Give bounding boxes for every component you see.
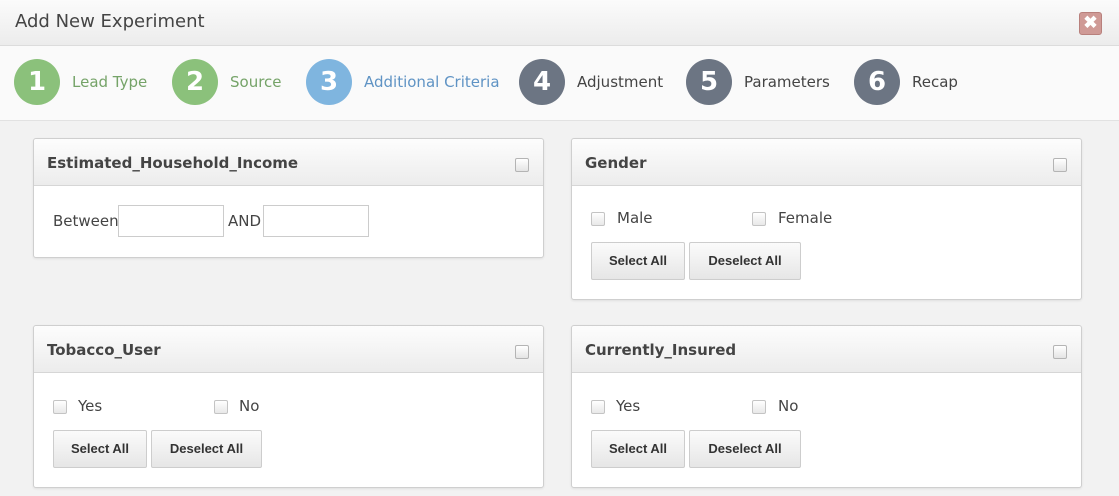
insured-deselect-all-button[interactable]: Deselect All bbox=[689, 430, 801, 468]
step-label: Parameters bbox=[744, 73, 830, 91]
panel-title: Currently_Insured bbox=[585, 341, 737, 359]
panel-tobacco-user: Tobacco_User Yes No Select All Deselect … bbox=[33, 325, 544, 488]
panel-header: Gender bbox=[572, 139, 1081, 186]
step-number-badge: 6 bbox=[854, 59, 900, 105]
panel-title: Gender bbox=[585, 154, 647, 172]
step-label: Recap bbox=[912, 73, 958, 91]
gender-female-checkbox[interactable] bbox=[752, 212, 766, 226]
panel-enable-checkbox[interactable] bbox=[1053, 345, 1067, 359]
panel-header: Currently_Insured bbox=[572, 326, 1081, 373]
income-min-input[interactable] bbox=[118, 205, 224, 237]
step-number-badge: 5 bbox=[686, 59, 732, 105]
panel-header: Estimated_Household_Income bbox=[34, 139, 543, 186]
tobacco-deselect-all-button[interactable]: Deselect All bbox=[151, 430, 262, 468]
insured-yes-checkbox[interactable] bbox=[591, 400, 605, 414]
tobacco-select-all-button[interactable]: Select All bbox=[53, 430, 147, 468]
insured-select-all-button[interactable]: Select All bbox=[591, 430, 685, 468]
panel-enable-checkbox[interactable] bbox=[1053, 158, 1067, 172]
step-label: Adjustment bbox=[577, 73, 664, 91]
modal-header: Add New Experiment ✖ bbox=[0, 0, 1119, 46]
gender-male-label: Male bbox=[617, 209, 653, 227]
tobacco-yes-label: Yes bbox=[78, 397, 103, 415]
wizard-steps: 1 Lead Type 2 Source 3 Additional Criter… bbox=[0, 46, 1119, 121]
step-label: Lead Type bbox=[72, 73, 148, 91]
step-number-badge: 3 bbox=[306, 59, 352, 105]
panel-title: Estimated_Household_Income bbox=[47, 154, 299, 172]
income-max-input[interactable] bbox=[263, 205, 369, 237]
gender-select-all-button[interactable]: Select All bbox=[591, 242, 685, 280]
panel-currently-insured: Currently_Insured Yes No Select All Dese… bbox=[571, 325, 1082, 488]
panel-header: Tobacco_User bbox=[34, 326, 543, 373]
panel-enable-checkbox[interactable] bbox=[515, 345, 529, 359]
panel-estimated-household-income: Estimated_Household_Income Between AND bbox=[33, 138, 544, 258]
step-number-badge: 1 bbox=[14, 59, 60, 105]
close-button[interactable]: ✖ bbox=[1079, 12, 1102, 35]
insured-no-checkbox[interactable] bbox=[752, 400, 766, 414]
tobacco-yes-checkbox[interactable] bbox=[53, 400, 67, 414]
close-icon: ✖ bbox=[1083, 13, 1098, 32]
gender-deselect-all-button[interactable]: Deselect All bbox=[689, 242, 801, 280]
between-label: Between bbox=[53, 212, 119, 230]
modal-title: Add New Experiment bbox=[15, 11, 205, 32]
panel-title: Tobacco_User bbox=[47, 341, 161, 359]
step-label: Additional Criteria bbox=[364, 73, 500, 91]
panel-enable-checkbox[interactable] bbox=[515, 158, 529, 172]
insured-no-label: No bbox=[778, 397, 799, 415]
gender-female-label: Female bbox=[778, 209, 833, 227]
gender-male-checkbox[interactable] bbox=[591, 212, 605, 226]
tobacco-no-label: No bbox=[239, 397, 260, 415]
step-label: Source bbox=[230, 73, 282, 91]
step-number-badge: 2 bbox=[172, 59, 218, 105]
tobacco-no-checkbox[interactable] bbox=[214, 400, 228, 414]
panel-gender: Gender Male Female Select All Deselect A… bbox=[571, 138, 1082, 300]
step-number-badge: 4 bbox=[519, 59, 565, 105]
insured-yes-label: Yes bbox=[616, 397, 641, 415]
and-label: AND bbox=[228, 212, 262, 230]
